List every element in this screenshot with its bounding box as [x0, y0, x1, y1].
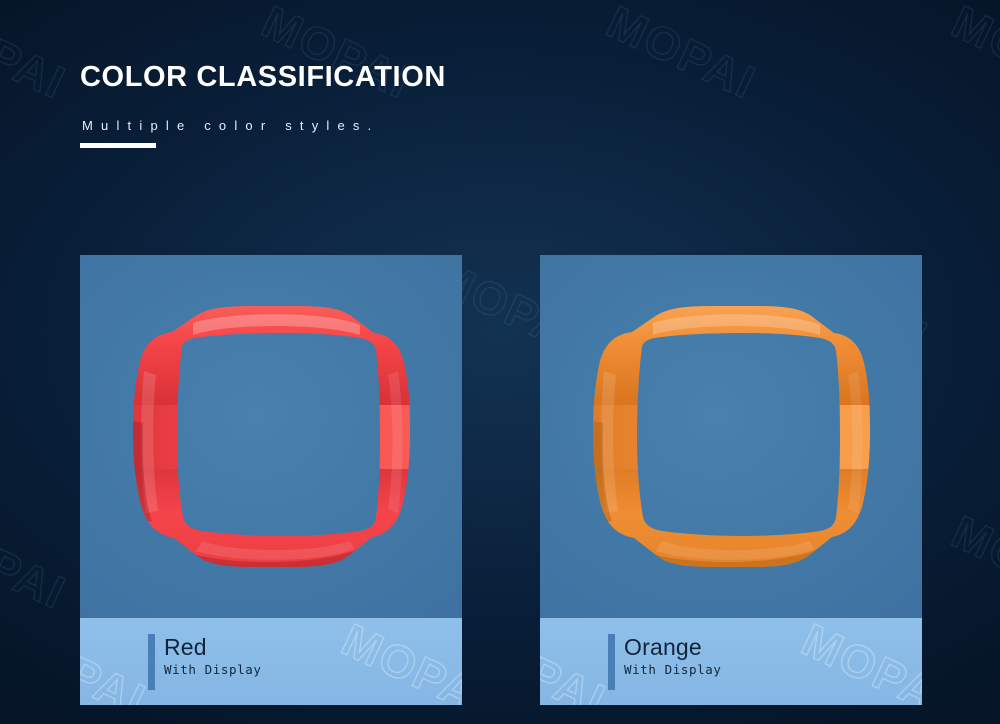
watermark-text: MOPAI [333, 618, 462, 705]
watermark-text: MOPAI [943, 0, 1000, 110]
page-title: COLOR CLASSIFICATION [80, 61, 446, 93]
product-card-orange[interactable]: MOPAIMOPAIMOPAIMOPAIMOPAIMOPAIMOPAIMOPAI… [540, 255, 922, 705]
header: COLOR CLASSIFICATION Multiple color styl… [80, 61, 446, 149]
card-subtitle-red: With Display [164, 661, 262, 677]
card-subtitle-orange: With Display [624, 661, 722, 677]
card-caption-red: MOPAIMOPAIMOPAIMOPAIMOPAIMOPAIMOPAIMOPAI… [80, 618, 462, 705]
product-photo-red [80, 255, 462, 618]
product-card-list: MOPAIMOPAIMOPAIMOPAIMOPAIMOPAIMOPAIMOPAI… [80, 255, 922, 705]
caption-watermark-layer-red: MOPAIMOPAIMOPAIMOPAIMOPAIMOPAIMOPAIMOPAI… [80, 618, 462, 705]
color-classification-banner: MOPAIMOPAIMOPAIMOPAIMOPAIMOPAIMOPAIMOPAI… [0, 0, 1000, 724]
title-underline [80, 143, 156, 149]
watermark-text: MOPAI [943, 504, 1000, 619]
card-caption-orange: MOPAIMOPAIMOPAIMOPAIMOPAIMOPAIMOPAIMOPAI… [540, 618, 922, 705]
product-image-silicone-frame-red [98, 300, 444, 573]
watermark-text: MOPAI [540, 618, 614, 705]
product-card-red[interactable]: MOPAIMOPAIMOPAIMOPAIMOPAIMOPAIMOPAIMOPAI… [80, 255, 462, 705]
watermark-text: MOPAI [0, 504, 74, 619]
watermark-text: MOPAI [598, 0, 764, 110]
watermark-text: MOPAI [793, 618, 922, 705]
watermark-text: MOPAI [0, 0, 74, 110]
product-photo-orange [540, 255, 922, 618]
card-title-orange: Orange [624, 634, 702, 660]
page-subtitle: Multiple color styles. [82, 118, 380, 134]
caption-watermark-layer-orange: MOPAIMOPAIMOPAIMOPAIMOPAIMOPAIMOPAIMOPAI… [540, 618, 922, 705]
product-image-silicone-frame-orange [558, 300, 904, 573]
card-title-red: Red [164, 634, 207, 660]
watermark-text: MOPAI [80, 618, 154, 705]
